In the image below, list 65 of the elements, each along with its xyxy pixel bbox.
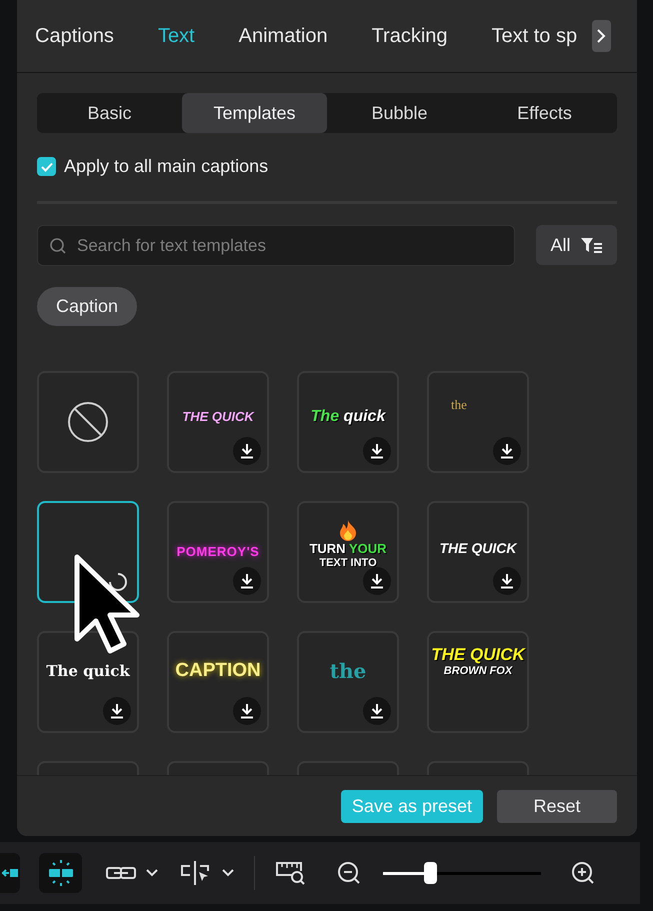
zoom-slider[interactable] [383, 862, 541, 884]
ruler-zoom-icon[interactable] [275, 861, 305, 885]
download-icon[interactable] [363, 697, 391, 725]
reset-button[interactable]: Reset [497, 790, 617, 822]
tab[interactable]: Animation [238, 24, 350, 48]
template-preview-text: The quick [46, 662, 130, 680]
download-icon[interactable] [103, 697, 131, 725]
no-template-tile[interactable] [37, 371, 139, 473]
zoom-in-icon[interactable] [571, 861, 595, 885]
checkbox[interactable] [37, 157, 56, 176]
slider-thumb[interactable] [424, 862, 438, 884]
download-icon[interactable] [363, 567, 391, 595]
filter-icon [580, 237, 602, 253]
template-tile[interactable]: POMEROY'S [167, 501, 269, 603]
subtab[interactable]: Templates [182, 93, 327, 133]
filter-button[interactable]: All [536, 225, 617, 265]
tab[interactable]: Text to sp [492, 24, 582, 48]
template-preview-text: TURN YOUR [309, 541, 387, 557]
template-tile[interactable]: THE QUICK [427, 501, 529, 603]
template-tile[interactable]: the [427, 371, 529, 473]
template-preview-text: TEXT INTO [319, 556, 377, 570]
download-icon[interactable] [493, 437, 521, 465]
template-tile[interactable]: The quick [37, 631, 139, 733]
no-entry-icon [66, 400, 110, 444]
link-icon[interactable] [106, 866, 136, 880]
download-icon[interactable] [233, 437, 261, 465]
tab[interactable]: Captions [35, 24, 136, 48]
template-preview-text: the [330, 659, 366, 683]
subtab[interactable]: Effects [472, 93, 617, 133]
download-icon[interactable] [233, 697, 261, 725]
template-preview-text: CAPTION [175, 660, 261, 682]
tab[interactable]: Tracking [372, 24, 470, 48]
flame-icon [339, 519, 357, 541]
zoom-out-icon[interactable] [337, 861, 361, 885]
download-icon[interactable] [233, 567, 261, 595]
download-icon[interactable] [493, 567, 521, 595]
template-tile[interactable]: the [297, 631, 399, 733]
split-cursor-icon[interactable] [180, 860, 212, 886]
download-icon[interactable] [363, 437, 391, 465]
template-tile[interactable]: The quick [297, 371, 399, 473]
template-preview-text: THE QUICK [431, 645, 525, 666]
template-preview-text: BROWN FOX [444, 665, 512, 679]
checkmark-icon [40, 162, 52, 172]
subtab[interactable]: Basic [37, 93, 182, 133]
snap-tool-icon[interactable] [39, 853, 82, 893]
loading-icon [107, 571, 129, 593]
template-preview-text: The quick [310, 407, 386, 427]
search-field[interactable]: Search for text templates [37, 225, 515, 266]
chevron-down-icon[interactable] [222, 869, 234, 877]
template-preview-text: THE QUICK [182, 409, 254, 425]
chevron-right-icon[interactable] [592, 20, 611, 52]
template-tile[interactable]: CAPTION [167, 631, 269, 733]
toolbar-tool-icon[interactable] [0, 853, 20, 893]
template-tile[interactable]: THE QUICK [167, 371, 269, 473]
template-tile[interactable]: THE QUICK BROWN FOX [427, 631, 529, 733]
checkbox-label: Apply to all main captions [64, 156, 268, 177]
template-preview-text: POMEROY'S [176, 544, 260, 560]
chevron-down-icon[interactable] [146, 869, 158, 877]
tab[interactable]: Text [158, 24, 217, 48]
search-icon [49, 237, 67, 255]
template-preview-text: the [451, 397, 467, 413]
template-preview-text: THE QUICK [440, 540, 516, 556]
category-chip[interactable]: Caption [37, 287, 138, 326]
subtab[interactable]: Bubble [327, 93, 472, 133]
template-tile[interactable]: TURN YOUR TEXT INTO [297, 501, 399, 603]
